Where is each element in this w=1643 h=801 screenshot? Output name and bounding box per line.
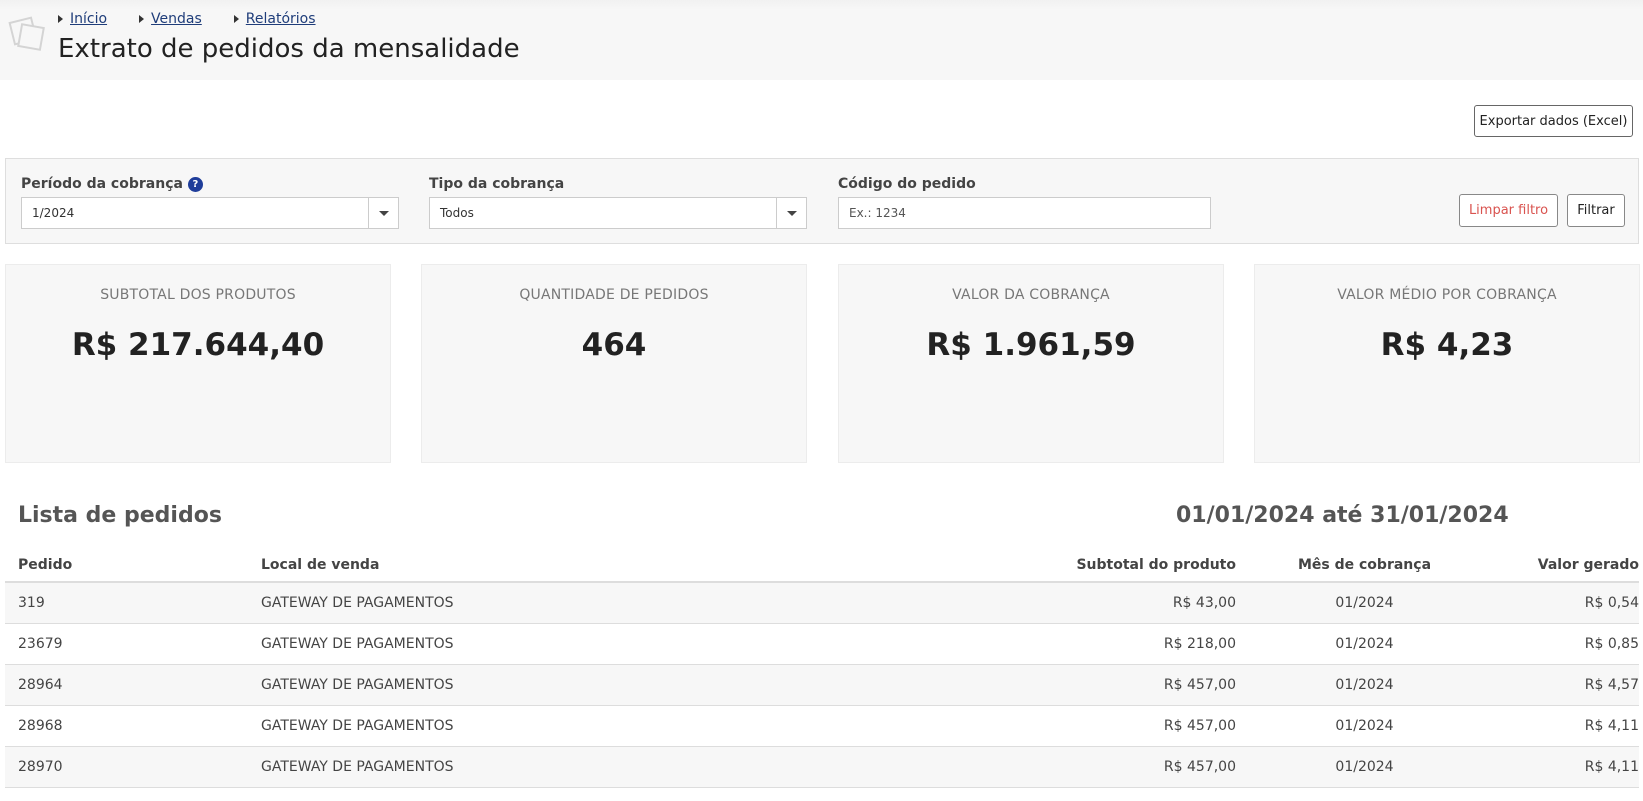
breadcrumb-link-vendas[interactable]: Vendas [151,11,202,27]
column-header-product-subtotal: Subtotal do produto [841,548,1240,583]
cell-billing-month: 01/2024 [1240,623,1489,665]
period-select-value: 1/2024 [32,206,75,220]
cell-sale-location: GATEWAY DE PAGAMENTOS [261,664,841,706]
stat-label: VALOR MÉDIO POR COBRANÇA [1337,287,1557,303]
page-title: Extrato de pedidos da mensalidade [58,34,520,64]
help-icon[interactable]: ? [187,176,203,192]
stat-card-subtotal: SUBTOTAL DOS PRODUTOS R$ 217.644,40 [5,264,391,463]
cell-order: 28970 [5,746,261,788]
cell-order: 28968 [5,705,261,747]
cell-billing-month: 01/2024 [1240,705,1489,747]
breadcrumb-item-inicio: Início [58,11,107,27]
stat-card-charge-amount: VALOR DA COBRANÇA R$ 1.961,59 [838,264,1224,463]
cell-sale-location: GATEWAY DE PAGAMENTOS [261,623,841,665]
table-row: 23679 GATEWAY DE PAGAMENTOS R$ 218,00 01… [5,623,1639,665]
stat-card-order-count: QUANTIDADE DE PEDIDOS 464 [421,264,807,463]
type-field: Tipo da cobrança Todos [429,175,807,229]
table-row: 28970 GATEWAY DE PAGAMENTOS R$ 457,00 01… [5,746,1639,788]
period-label-text: Período da cobrança [21,176,183,192]
caret-right-icon [233,15,239,23]
breadcrumb-item-relatorios: Relatórios [233,11,316,27]
cell-billing-month: 01/2024 [1240,582,1489,624]
cell-sale-location: GATEWAY DE PAGAMENTOS [261,746,841,788]
order-code-input[interactable] [838,197,1211,229]
date-range: 01/01/2024 até 31/01/2024 [1176,503,1509,528]
cell-order: 319 [5,582,261,624]
cell-billing-month: 01/2024 [1240,664,1489,706]
table-header-row: Pedido Local de venda Subtotal do produt… [5,548,1639,583]
table-row: 28964 GATEWAY DE PAGAMENTOS R$ 457,00 01… [5,664,1639,706]
stat-label: QUANTIDADE DE PEDIDOS [519,287,709,303]
cell-generated-value: R$ 0,54 [1489,582,1639,624]
page-header: Início Vendas Relatórios Extrato de pedi… [0,0,1643,80]
breadcrumb-link-relatorios[interactable]: Relatórios [246,11,316,27]
type-label: Tipo da cobrança [429,176,565,192]
caret-right-icon [139,15,145,23]
breadcrumb: Início Vendas Relatórios [58,11,348,27]
cell-product-subtotal: R$ 457,00 [841,705,1240,747]
stat-value: 464 [581,327,647,363]
chevron-down-icon[interactable] [776,198,806,228]
breadcrumb-item-vendas: Vendas [139,11,202,27]
breadcrumb-link-inicio[interactable]: Início [70,11,107,27]
cell-product-subtotal: R$ 457,00 [841,746,1240,788]
order-list-title: Lista de pedidos [18,503,222,528]
filter-panel: Período da cobrança ? 1/2024 Tipo da cob… [5,158,1639,244]
stat-value: R$ 217.644,40 [71,327,325,363]
order-code-field: Código do pedido [838,175,1211,229]
stat-label: SUBTOTAL DOS PRODUTOS [100,287,296,303]
table-row: 28968 GATEWAY DE PAGAMENTOS R$ 457,00 01… [5,705,1639,747]
cell-billing-month: 01/2024 [1240,746,1489,788]
period-field: Período da cobrança ? 1/2024 [21,175,399,229]
cell-generated-value: R$ 4,11 [1489,705,1639,747]
clear-filter-button[interactable]: Limpar filtro [1459,194,1558,227]
type-select-value: Todos [440,206,474,220]
cell-generated-value: R$ 4,57 [1489,664,1639,706]
order-code-label: Código do pedido [838,176,976,192]
caret-right-icon [58,15,63,23]
cell-order: 23679 [5,623,261,665]
cell-order: 28964 [5,664,261,706]
cell-generated-value: R$ 4,11 [1489,746,1639,788]
column-header-billing-month: Mês de cobrança [1240,548,1489,583]
column-header-sale-location: Local de venda [261,548,841,583]
filter-button[interactable]: Filtrar [1567,194,1625,227]
cell-generated-value: R$ 0,85 [1489,623,1639,665]
cell-product-subtotal: R$ 457,00 [841,664,1240,706]
type-select[interactable]: Todos [429,197,807,229]
cell-product-subtotal: R$ 43,00 [841,582,1240,624]
cell-sale-location: GATEWAY DE PAGAMENTOS [261,705,841,747]
logo-icon [8,16,45,51]
period-label: Período da cobrança ? [21,175,203,193]
table-row: 319 GATEWAY DE PAGAMENTOS R$ 43,00 01/20… [5,582,1639,624]
orders-table: Pedido Local de venda Subtotal do produt… [5,548,1639,788]
stat-label: VALOR DA COBRANÇA [952,287,1110,303]
export-excel-button[interactable]: Exportar dados (Excel) [1474,105,1633,137]
stat-value: R$ 1.961,59 [926,327,1136,363]
column-header-order: Pedido [5,548,261,583]
stat-card-average-charge: VALOR MÉDIO POR COBRANÇA R$ 4,23 [1254,264,1640,463]
stat-value: R$ 4,23 [1380,327,1514,363]
cell-sale-location: GATEWAY DE PAGAMENTOS [261,582,841,624]
cell-product-subtotal: R$ 218,00 [841,623,1240,665]
period-select[interactable]: 1/2024 [21,197,399,229]
column-header-generated-value: Valor gerado [1489,548,1639,583]
chevron-down-icon[interactable] [368,198,398,228]
